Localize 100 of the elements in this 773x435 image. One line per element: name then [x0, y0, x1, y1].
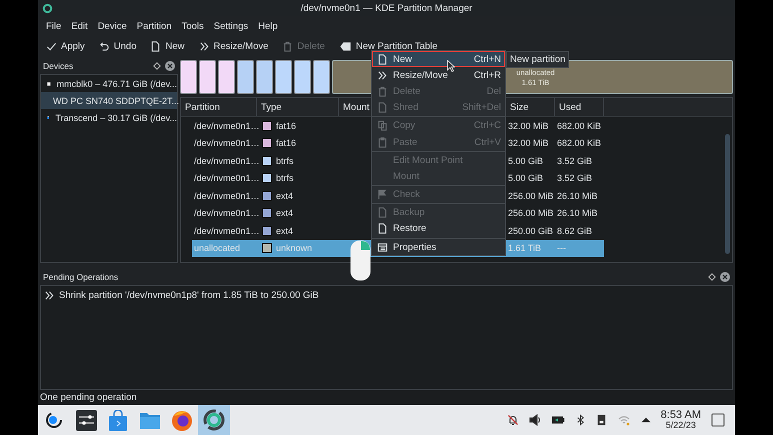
- table-cell[interactable]: 26.10 MiB: [555, 204, 604, 222]
- table-cell[interactable]: ext4: [260, 204, 339, 222]
- touch-cursor-icon: [350, 240, 371, 281]
- table-cell[interactable]: /dev/nvme0n1…: [192, 222, 260, 240]
- table-cell[interactable]: btrfs: [260, 170, 339, 187]
- partition-segment[interactable]: [218, 60, 235, 94]
- menu-item[interactable]: Properties: [372, 239, 505, 256]
- notifications-off-icon: [506, 414, 519, 426]
- partition-segment[interactable]: [237, 60, 254, 94]
- float-icon[interactable]: [708, 272, 716, 280]
- menu-item[interactable]: Resize/Move Ctrl+R: [372, 67, 505, 84]
- disk-list-item[interactable]: WD PC SN740 SDDPTQE-2T...: [41, 92, 177, 109]
- document-icon: [377, 223, 388, 234]
- partition-segment[interactable]: [199, 60, 216, 94]
- table-cell[interactable]: /dev/nvme0n1…: [192, 117, 260, 134]
- menu-item[interactable]: New Ctrl+N: [372, 51, 505, 68]
- menu-item[interactable]: Help: [253, 18, 283, 34]
- table-cell[interactable]: 682.00 KiB: [555, 117, 604, 134]
- undo-icon: [98, 41, 110, 52]
- column-header[interactable]: Partition: [181, 98, 257, 116]
- menu-item[interactable]: Partition: [132, 18, 177, 34]
- type-label: unknown: [276, 243, 312, 254]
- close-icon[interactable]: [720, 272, 730, 282]
- trash-icon: [282, 41, 294, 52]
- table-cell[interactable]: 3.52 GiB: [555, 152, 604, 170]
- pending-operation: Shrink partition '/dev/nvme0n1p8' from 1.85 TiB to 250.00 GiB: [59, 290, 319, 301]
- toolbar-button[interactable]: Apply: [44, 40, 87, 53]
- type-label: fat16: [276, 120, 296, 131]
- table-cell[interactable]: /dev/nvme0n1…: [192, 204, 260, 222]
- device-icon: [596, 414, 607, 426]
- close-icon[interactable]: [165, 60, 175, 70]
- type-label: ext4: [276, 190, 294, 201]
- toolbar-button[interactable]: Resize/Move: [196, 40, 270, 53]
- table-cell[interactable]: /dev/nvme0n1…: [192, 170, 260, 187]
- clock-date[interactable]: 5/22/23: [666, 421, 696, 430]
- table-cell[interactable]: 8.62 GiB: [555, 222, 604, 240]
- menu-item[interactable]: File: [41, 18, 66, 34]
- table-cell[interactable]: fat16: [260, 134, 339, 152]
- disk-list-item[interactable]: mmcblk0 – 476.71 GiB (/dev...: [41, 75, 177, 92]
- menu-item[interactable]: Settings: [208, 18, 254, 34]
- column-header[interactable]: Type: [257, 98, 339, 116]
- type-label: btrfs: [276, 173, 294, 184]
- wifi-icon: [616, 414, 631, 426]
- chevrons-icon: [44, 290, 55, 301]
- disk-list-item[interactable]: Transcend – 30.17 GiB (/dev...: [41, 109, 177, 126]
- mouse-cursor-icon: [447, 60, 455, 72]
- shopping-bag-icon[interactable]: [108, 410, 128, 430]
- table-cell[interactable]: 5.00 GiB: [506, 152, 555, 170]
- table-cell[interactable]: 256.00 MiB: [506, 187, 555, 204]
- table-cell[interactable]: ext4: [260, 187, 339, 204]
- table-cell[interactable]: /dev/nvme0n1…: [192, 134, 260, 152]
- clipboard-icon: [377, 136, 388, 148]
- toolbar-button[interactable]: New: [148, 40, 186, 53]
- battery-icon: [550, 414, 565, 426]
- table-cell[interactable]: /dev/nvme0n1…: [192, 187, 260, 204]
- chevrons-icon: [198, 41, 210, 52]
- table-cell[interactable]: 32.00 MiB: [506, 117, 555, 134]
- table-cell[interactable]: 32.00 MiB: [506, 134, 555, 152]
- panel-title: Pending Operations: [43, 272, 118, 282]
- launcher-icon[interactable]: [45, 411, 63, 429]
- menu-item[interactable]: Edit: [66, 18, 93, 34]
- toolbar-button[interactable]: New Partition Table: [336, 40, 440, 53]
- app-logo-icon: [42, 2, 53, 14]
- status-text: One pending operation: [40, 392, 137, 403]
- partition-segment[interactable]: [294, 60, 311, 94]
- document-icon: [377, 54, 388, 65]
- partition-segment[interactable]: [275, 60, 292, 94]
- tooltip: New partition: [506, 51, 570, 68]
- properties-icon: [377, 242, 388, 253]
- table-cell[interactable]: 682.00 KiB: [555, 134, 604, 152]
- table-cell[interactable]: 250.00 GiB: [506, 222, 555, 240]
- partition-segment[interactable]: [180, 60, 197, 94]
- partition-segment[interactable]: [313, 60, 330, 94]
- check-icon: [46, 41, 57, 52]
- float-icon[interactable]: [153, 62, 161, 70]
- menu-item[interactable]: Device: [92, 18, 132, 34]
- volume-icon: [528, 414, 541, 426]
- document-icon: [377, 102, 388, 114]
- sliders-icon[interactable]: [76, 410, 96, 430]
- table-cell[interactable]: ext4: [260, 222, 339, 240]
- table-cell[interactable]: btrfs: [260, 152, 339, 170]
- menu-item[interactable]: Tools: [176, 18, 209, 34]
- type-label: btrfs: [276, 156, 294, 166]
- document-icon: [150, 41, 162, 52]
- table-cell[interactable]: /dev/nvme0n1…: [192, 152, 260, 170]
- table-cell[interactable]: 3.52 GiB: [555, 170, 604, 187]
- table-cell[interactable]: 5.00 GiB: [506, 170, 555, 187]
- table-cell[interactable]: fat16: [260, 117, 339, 134]
- show-desktop-icon: [711, 413, 725, 427]
- type-label: fat16: [276, 138, 296, 148]
- scrollbar[interactable]: [725, 134, 730, 254]
- flag-icon: [377, 189, 388, 200]
- partition-segment[interactable]: [256, 60, 273, 94]
- menu-item[interactable]: Restore: [372, 220, 505, 238]
- folder-icon[interactable]: [139, 410, 161, 430]
- toolbar-button[interactable]: Undo: [96, 40, 138, 53]
- clock-time[interactable]: 8:53 AM: [660, 410, 701, 421]
- table-cell[interactable]: 256.00 MiB: [506, 204, 555, 222]
- table-cell[interactable]: 26.10 MiB: [555, 187, 604, 204]
- column-header[interactable]: Used: [555, 98, 604, 116]
